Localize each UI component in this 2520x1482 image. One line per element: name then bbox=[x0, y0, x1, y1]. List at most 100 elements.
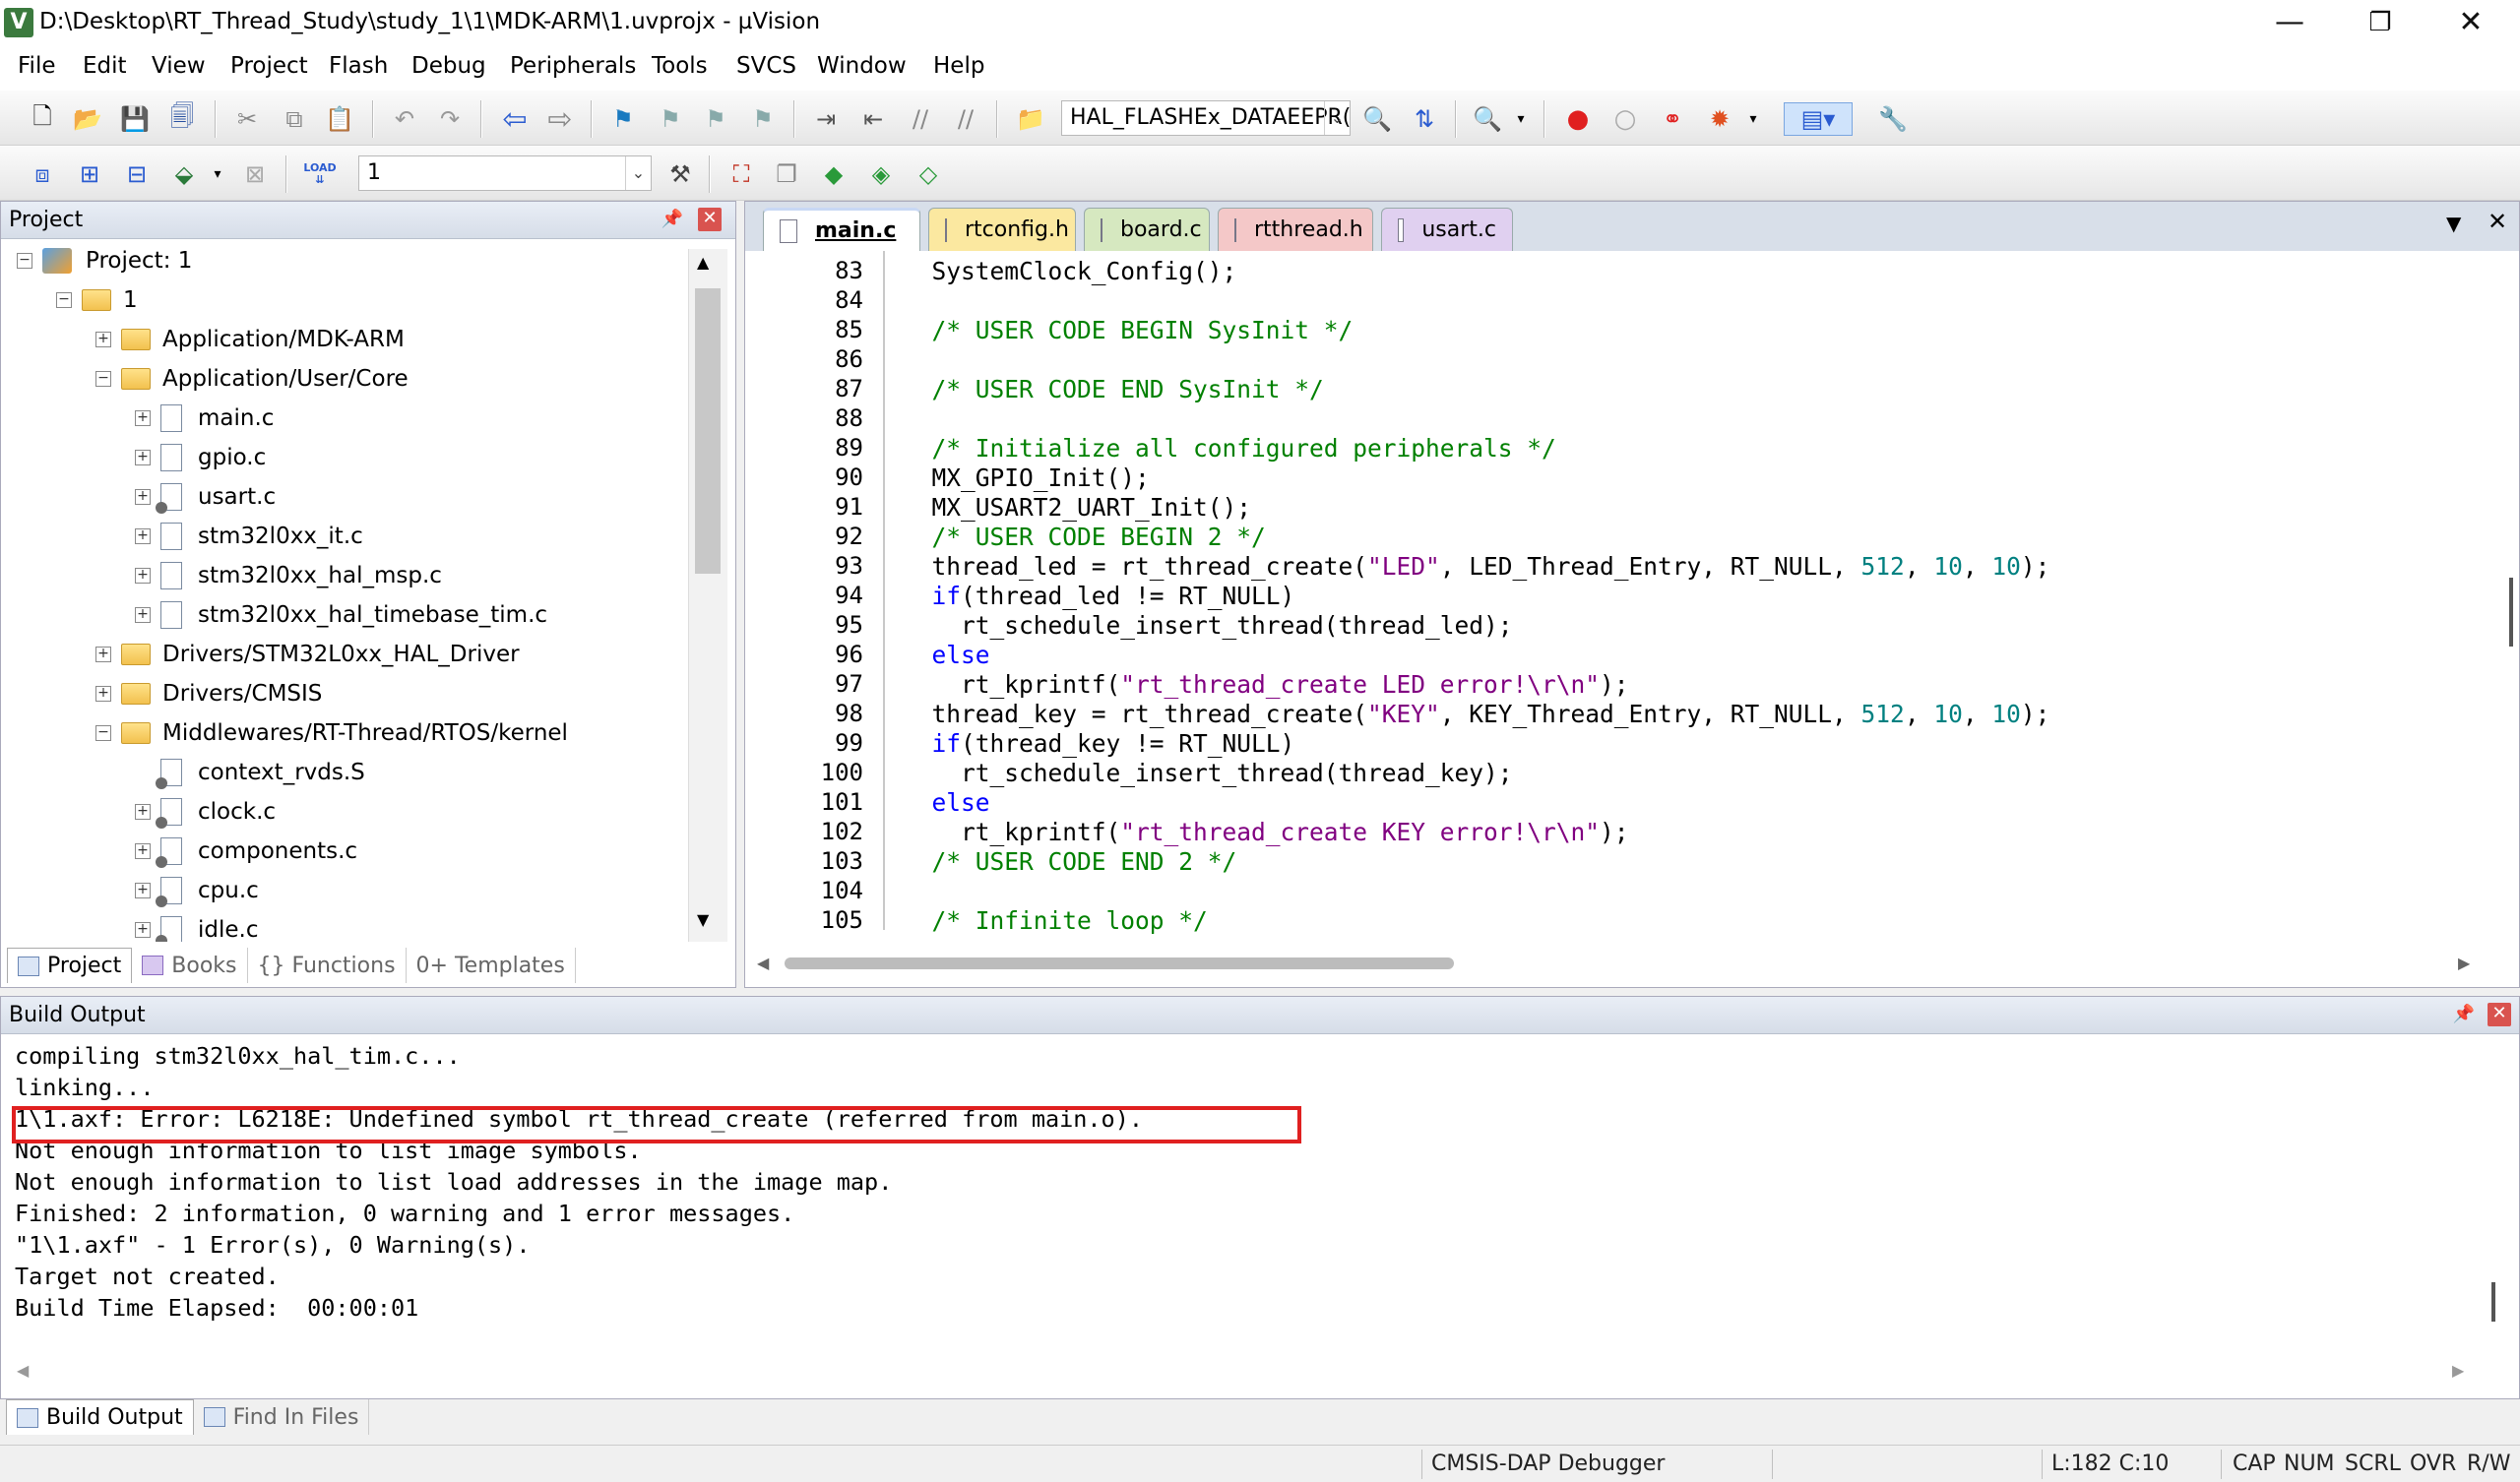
collapse-icon[interactable]: − bbox=[95, 725, 111, 741]
expand-icon[interactable]: + bbox=[95, 647, 111, 662]
editor-vscrollbar[interactable] bbox=[2484, 253, 2517, 942]
breakpoint-icon[interactable]: ● bbox=[1561, 102, 1595, 136]
editor-hscroll-thumb[interactable] bbox=[785, 957, 1454, 969]
bookmark-icon[interactable]: ⚑ bbox=[606, 102, 640, 136]
collapse-icon[interactable]: − bbox=[95, 371, 111, 387]
expand-icon[interactable]: + bbox=[135, 843, 151, 859]
incremental-find-icon[interactable]: ⇅ bbox=[1408, 102, 1441, 136]
uncomment-icon[interactable]: // bbox=[949, 102, 982, 136]
menu-help[interactable]: Help bbox=[933, 53, 984, 79]
chevron-down-icon[interactable]: ▾ bbox=[201, 157, 234, 191]
indent-icon[interactable]: ⇥ bbox=[809, 102, 843, 136]
manage-project-items-icon[interactable]: ⛶ bbox=[724, 157, 758, 191]
menu-debug[interactable]: Debug bbox=[411, 53, 486, 79]
target-select[interactable]: 1 ⌄ bbox=[358, 155, 652, 191]
collapse-icon[interactable]: − bbox=[17, 253, 32, 269]
tree-item[interactable]: −Middlewares/RT-Thread/RTOS/kernel bbox=[95, 713, 568, 753]
menu-window[interactable]: Window bbox=[817, 53, 907, 79]
tree-item[interactable]: +Application/MDK-ARM bbox=[95, 320, 405, 359]
tab-find-in-files[interactable]: Find In Files bbox=[194, 1399, 370, 1435]
tree-item[interactable]: +gpio.c bbox=[135, 438, 266, 477]
scroll-down-icon[interactable]: ▼ bbox=[697, 910, 709, 929]
pin-icon[interactable]: 📌 bbox=[661, 208, 684, 231]
editor-scroll-thumb[interactable] bbox=[2509, 578, 2513, 647]
navigate-forward-icon[interactable]: ⇨ bbox=[543, 102, 577, 136]
undo-icon[interactable]: ↶ bbox=[388, 102, 421, 136]
expand-icon[interactable]: + bbox=[95, 332, 111, 347]
tab-templates[interactable]: 0+ Templates bbox=[407, 948, 576, 983]
chevron-down-icon[interactable]: ⌄ bbox=[625, 156, 651, 190]
scroll-up-icon[interactable]: ▲ bbox=[697, 253, 709, 272]
comment-icon[interactable]: // bbox=[904, 102, 937, 136]
maximize-button[interactable]: ❐ bbox=[2335, 0, 2426, 47]
tab-build-output[interactable]: Build Output bbox=[6, 1399, 194, 1435]
tree-item[interactable]: +cpu.c bbox=[135, 871, 259, 910]
new-file-icon[interactable]: 🗋 bbox=[26, 102, 59, 136]
tree-scrollbar[interactable]: ▲ ▼ bbox=[688, 249, 727, 942]
editor-hscrollbar[interactable]: ◀ ▶ bbox=[757, 950, 2509, 979]
code-area[interactable]: SystemClock_Config(); /* USER CODE BEGIN… bbox=[745, 251, 2478, 940]
tree-item[interactable]: −Application/User/Core bbox=[95, 359, 409, 399]
find-combo[interactable]: HAL_FLASHEx_DATAEEPR( ⌄ bbox=[1061, 100, 1351, 136]
window-layout-icon[interactable]: ▤▾ bbox=[1784, 102, 1853, 136]
menu-view[interactable]: View bbox=[152, 53, 206, 79]
pack-installer-icon[interactable]: ◇ bbox=[912, 157, 945, 191]
tree-item[interactable]: −Project: 1 bbox=[17, 241, 192, 280]
tree-item[interactable]: +main.c bbox=[135, 399, 274, 438]
tab-rtthread-h[interactable]: rtthread.h bbox=[1218, 208, 1373, 251]
menu-edit[interactable]: Edit bbox=[83, 53, 127, 79]
expand-icon[interactable]: + bbox=[135, 568, 151, 584]
chevron-down-icon[interactable]: ⌄ bbox=[1324, 101, 1350, 135]
tree-scroll-thumb[interactable] bbox=[695, 288, 721, 574]
unindent-icon[interactable]: ⇤ bbox=[856, 102, 890, 136]
disable-breakpoint-icon[interactable]: ○ bbox=[1608, 102, 1642, 136]
save-icon[interactable]: 💾 bbox=[118, 102, 152, 136]
menu-project[interactable]: Project bbox=[230, 53, 308, 79]
tree-item[interactable]: −1 bbox=[56, 280, 138, 320]
paste-icon[interactable]: 📋 bbox=[323, 102, 356, 136]
menu-tools[interactable]: Tools bbox=[652, 53, 708, 79]
download-icon[interactable]: LOAD⇊ bbox=[303, 157, 337, 191]
tab-main-c[interactable]: main.c bbox=[763, 208, 920, 251]
save-all-icon[interactable]: 🗐 bbox=[165, 102, 199, 136]
close-tab-icon[interactable]: ✕ bbox=[2488, 208, 2507, 235]
file-extensions-icon[interactable]: ❐ bbox=[770, 157, 803, 191]
build-icon[interactable]: ⊞ bbox=[73, 157, 106, 191]
close-icon[interactable]: ✕ bbox=[698, 208, 722, 231]
copy-icon[interactable]: ⧉ bbox=[278, 102, 311, 136]
minimize-button[interactable]: — bbox=[2244, 0, 2335, 47]
expand-icon[interactable]: + bbox=[135, 450, 151, 465]
chevron-down-icon[interactable]: ▾ bbox=[1736, 102, 1770, 136]
tab-list-icon[interactable]: ▼ bbox=[2446, 212, 2461, 235]
tree-item[interactable]: context_rvds.S bbox=[135, 753, 365, 792]
navigate-back-icon[interactable]: ⇦ bbox=[498, 102, 532, 136]
expand-icon[interactable]: + bbox=[135, 528, 151, 544]
stop-build-icon[interactable]: ⊠ bbox=[238, 157, 272, 191]
debug-session-icon[interactable]: 🔍 bbox=[1471, 102, 1504, 136]
expand-icon[interactable]: + bbox=[135, 883, 151, 898]
cut-icon[interactable]: ✂ bbox=[230, 102, 264, 136]
find-in-files-icon[interactable]: 📁 bbox=[1014, 102, 1047, 136]
close-button[interactable]: ✕ bbox=[2426, 0, 2516, 47]
tab-project[interactable]: Project bbox=[7, 948, 132, 983]
build-output-text[interactable]: compiling stm32l0xx_hal_tim.c...linking.… bbox=[1, 1042, 2472, 1357]
redo-icon[interactable]: ↷ bbox=[433, 102, 467, 136]
select-packs-icon[interactable]: ◆ bbox=[817, 157, 850, 191]
open-file-icon[interactable]: 📂 bbox=[71, 102, 104, 136]
tree-item[interactable]: +usart.c bbox=[135, 477, 276, 517]
tab-board-c[interactable]: board.c bbox=[1084, 208, 1210, 251]
tree-item[interactable]: +clock.c bbox=[135, 792, 276, 832]
tree-item[interactable]: +stm32l0xx_hal_timebase_tim.c bbox=[135, 595, 547, 635]
prev-bookmark-icon[interactable]: ⚑ bbox=[654, 102, 687, 136]
scroll-right-icon[interactable]: ▶ bbox=[2452, 1361, 2464, 1380]
menu-file[interactable]: File bbox=[18, 53, 56, 79]
tree-item[interactable]: +idle.c bbox=[135, 910, 259, 942]
scroll-right-icon[interactable]: ▶ bbox=[2458, 954, 2470, 972]
clear-bookmarks-icon[interactable]: ⚑ bbox=[746, 102, 780, 136]
manage-rte-icon[interactable]: ◈ bbox=[864, 157, 898, 191]
tree-item[interactable]: +stm32l0xx_hal_msp.c bbox=[135, 556, 442, 595]
scroll-left-icon[interactable]: ◀ bbox=[757, 954, 769, 972]
menu-svcs[interactable]: SVCS bbox=[736, 53, 796, 79]
tab-books[interactable]: Books bbox=[132, 948, 247, 983]
expand-icon[interactable]: + bbox=[135, 410, 151, 426]
